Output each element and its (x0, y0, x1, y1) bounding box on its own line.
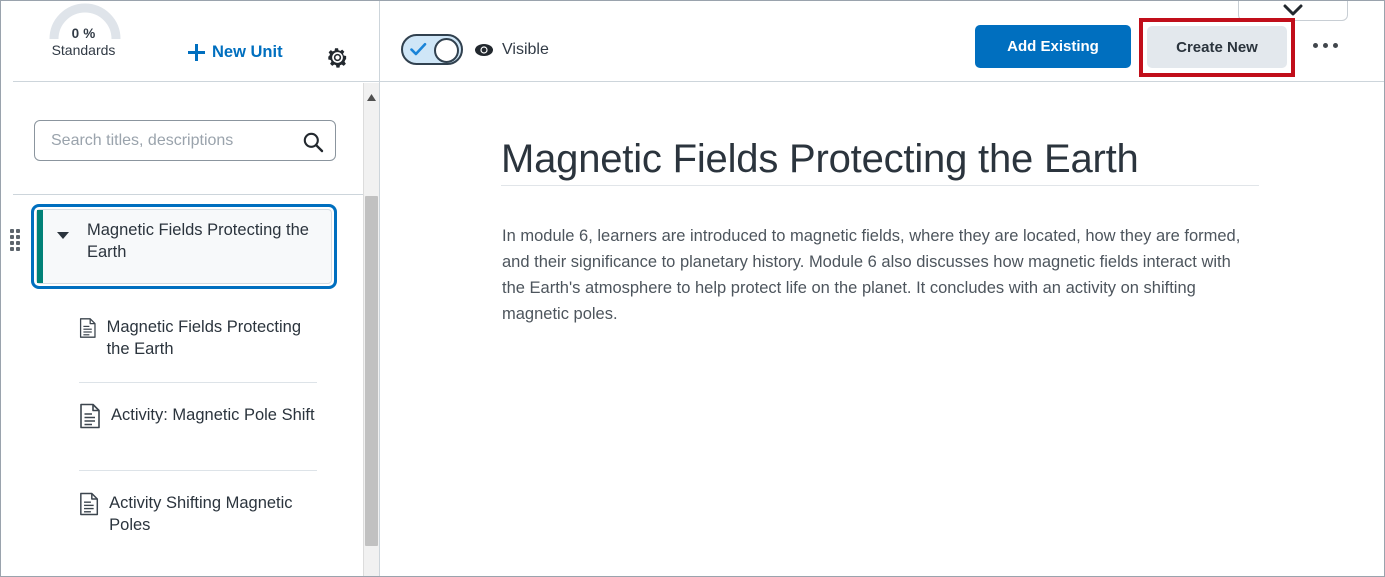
new-unit-label: New Unit (212, 43, 283, 61)
list-item-topic-3[interactable]: Activity Shifting Magnetic Poles (79, 491, 319, 537)
unit-accent-bar (37, 210, 43, 283)
top-toolbar: 0 % Standards New Unit Visible Add Exist… (1, 1, 1384, 82)
visibility-status: Visible (474, 41, 549, 59)
more-dot-3 (1332, 42, 1338, 48)
visibility-control: Visible (401, 34, 549, 65)
settings-button[interactable] (323, 43, 351, 71)
course-content-editor: 0 % Standards New Unit Visible Add Exist… (0, 0, 1385, 577)
drag-dot (10, 235, 14, 239)
unit-collapse-toggle[interactable] (54, 226, 72, 244)
scroll-up-arrow-glyph (367, 94, 376, 101)
drag-dot (16, 241, 20, 245)
list-item-topic-1[interactable]: Magnetic Fields Protecting the Earth (79, 315, 319, 361)
search-button[interactable] (300, 129, 325, 154)
document-icon (80, 403, 100, 429)
drag-handle-icon[interactable] (10, 229, 24, 251)
top-dropdown-button[interactable] (1238, 1, 1348, 21)
list-separator-1 (79, 382, 317, 383)
unit-title-label: Magnetic Fields Protecting the Earth (87, 221, 309, 262)
eye-icon (475, 43, 493, 56)
list-item-label: Magnetic Fields Protecting the Earth (106, 318, 302, 359)
document-icon (80, 492, 99, 516)
drag-dot (10, 229, 14, 233)
new-unit-button[interactable]: New Unit (187, 43, 283, 62)
create-new-button[interactable]: Create New (1147, 26, 1287, 68)
search-input[interactable] (35, 121, 291, 160)
toggle-knob (434, 38, 459, 63)
list-item-label: Activity: Magnetic Pole Shift (111, 406, 315, 424)
standards-gauge-text: 0 % Standards (21, 26, 146, 60)
more-dot-2 (1322, 42, 1328, 48)
list-item-label: Activity Shifting Magnetic Poles (109, 494, 293, 535)
title-rule (501, 185, 1259, 186)
document-icon (79, 318, 96, 338)
drag-dot (16, 235, 20, 239)
standards-percent: 0 % (71, 26, 96, 41)
plus-icon (188, 44, 205, 61)
unit-detail-panel: Magnetic Fields Protecting the Earth In … (380, 82, 1384, 576)
check-icon (410, 42, 427, 56)
toolbar-left-section: 0 % Standards New Unit (1, 1, 379, 82)
unit-description: In module 6, learners are introduced to … (502, 226, 1241, 324)
add-existing-button[interactable]: Add Existing (975, 25, 1131, 68)
drag-dot (10, 247, 14, 251)
search-icon (303, 132, 323, 152)
search-field-wrapper[interactable] (34, 120, 336, 161)
drag-dot (16, 247, 20, 251)
search-divider (13, 194, 367, 195)
standards-label: Standards (51, 42, 116, 59)
list-item-topic-2[interactable]: Activity: Magnetic Pole Shift (79, 403, 319, 429)
caret-down-icon (57, 232, 69, 239)
gear-icon (327, 47, 346, 68)
chevron-down-icon (1283, 4, 1303, 16)
sidebar-scrollbar-thumb[interactable] (365, 196, 378, 546)
visibility-toggle[interactable] (401, 34, 463, 65)
drag-dot (16, 229, 20, 233)
more-dot-1 (1312, 42, 1318, 48)
list-separator-2 (79, 470, 317, 471)
drag-dot (10, 241, 14, 245)
scroll-up-arrow-icon[interactable] (366, 89, 377, 101)
visibility-label: Visible (502, 40, 549, 58)
more-options-button[interactable] (1308, 35, 1342, 55)
page-title: Magnetic Fields Protecting the Earth (501, 136, 1139, 181)
